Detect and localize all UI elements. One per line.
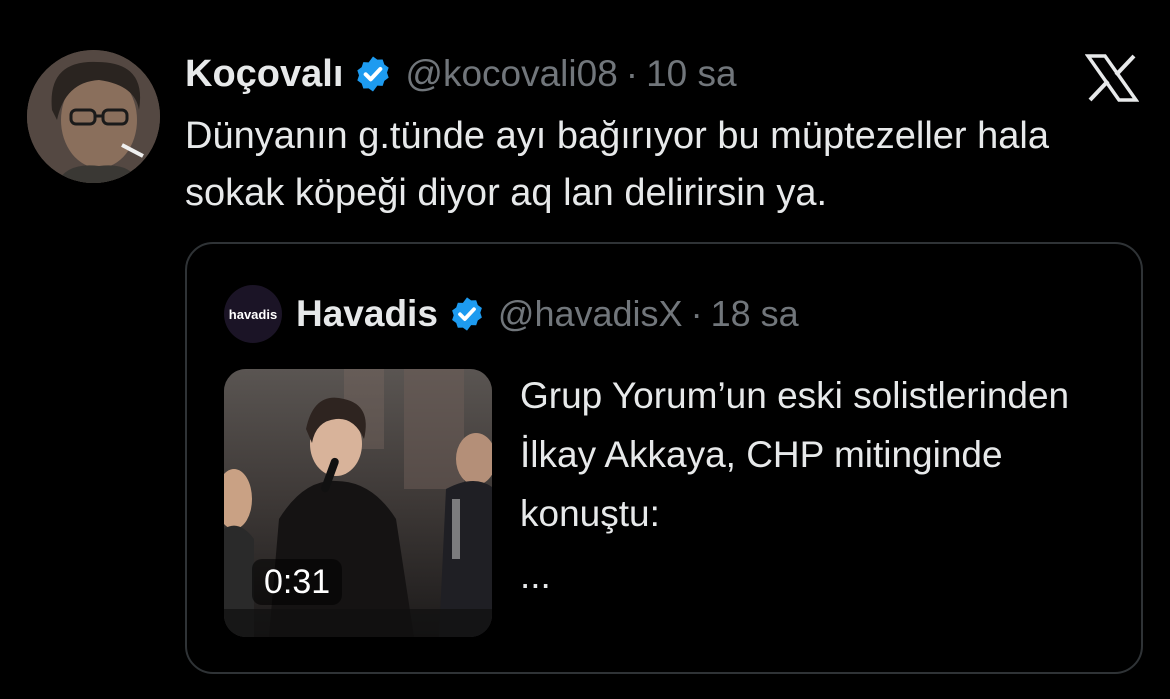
quoted-tweet[interactable]: havadis Havadis @havadisX · 18 sa 0:31 G…	[185, 242, 1143, 674]
quoted-author-handle[interactable]: @havadisX	[498, 293, 683, 335]
quoted-tweet-ellipsis: ...	[520, 555, 551, 596]
video-duration: 0:31	[252, 559, 343, 605]
verified-badge-icon	[353, 54, 393, 94]
quoted-tweet-text: Grup Yorum’un eski solistlerinden İlkay …	[520, 375, 1070, 534]
timestamp[interactable]: 10 sa	[646, 53, 737, 95]
tweet-text: Dünyanın g.tünde ayı bağırıyor bu müptez…	[185, 115, 1049, 214]
author-handle[interactable]: @kocovali08	[405, 53, 617, 95]
quoted-avatar[interactable]: havadis	[224, 285, 282, 343]
tweet[interactable]: Koçovalı @kocovali08 · 10 sa Dünyanın g.…	[0, 0, 1170, 699]
avatar[interactable]	[27, 50, 160, 183]
tweet-header: Koçovalı @kocovali08 · 10 sa	[185, 48, 737, 100]
verified-badge-icon	[448, 295, 486, 333]
quoted-author-name[interactable]: Havadis	[296, 293, 438, 335]
avatar-image	[27, 50, 160, 183]
separator-dot: ·	[625, 53, 639, 94]
quoted-tweet-header: havadis Havadis @havadisX · 18 sa	[224, 285, 799, 343]
quoted-timestamp[interactable]: 18 sa	[711, 293, 799, 335]
video-thumbnail[interactable]: 0:31	[224, 369, 492, 637]
separator-dot: ·	[690, 293, 703, 334]
author-name[interactable]: Koçovalı	[185, 53, 343, 96]
x-logo-icon[interactable]	[1085, 54, 1139, 102]
